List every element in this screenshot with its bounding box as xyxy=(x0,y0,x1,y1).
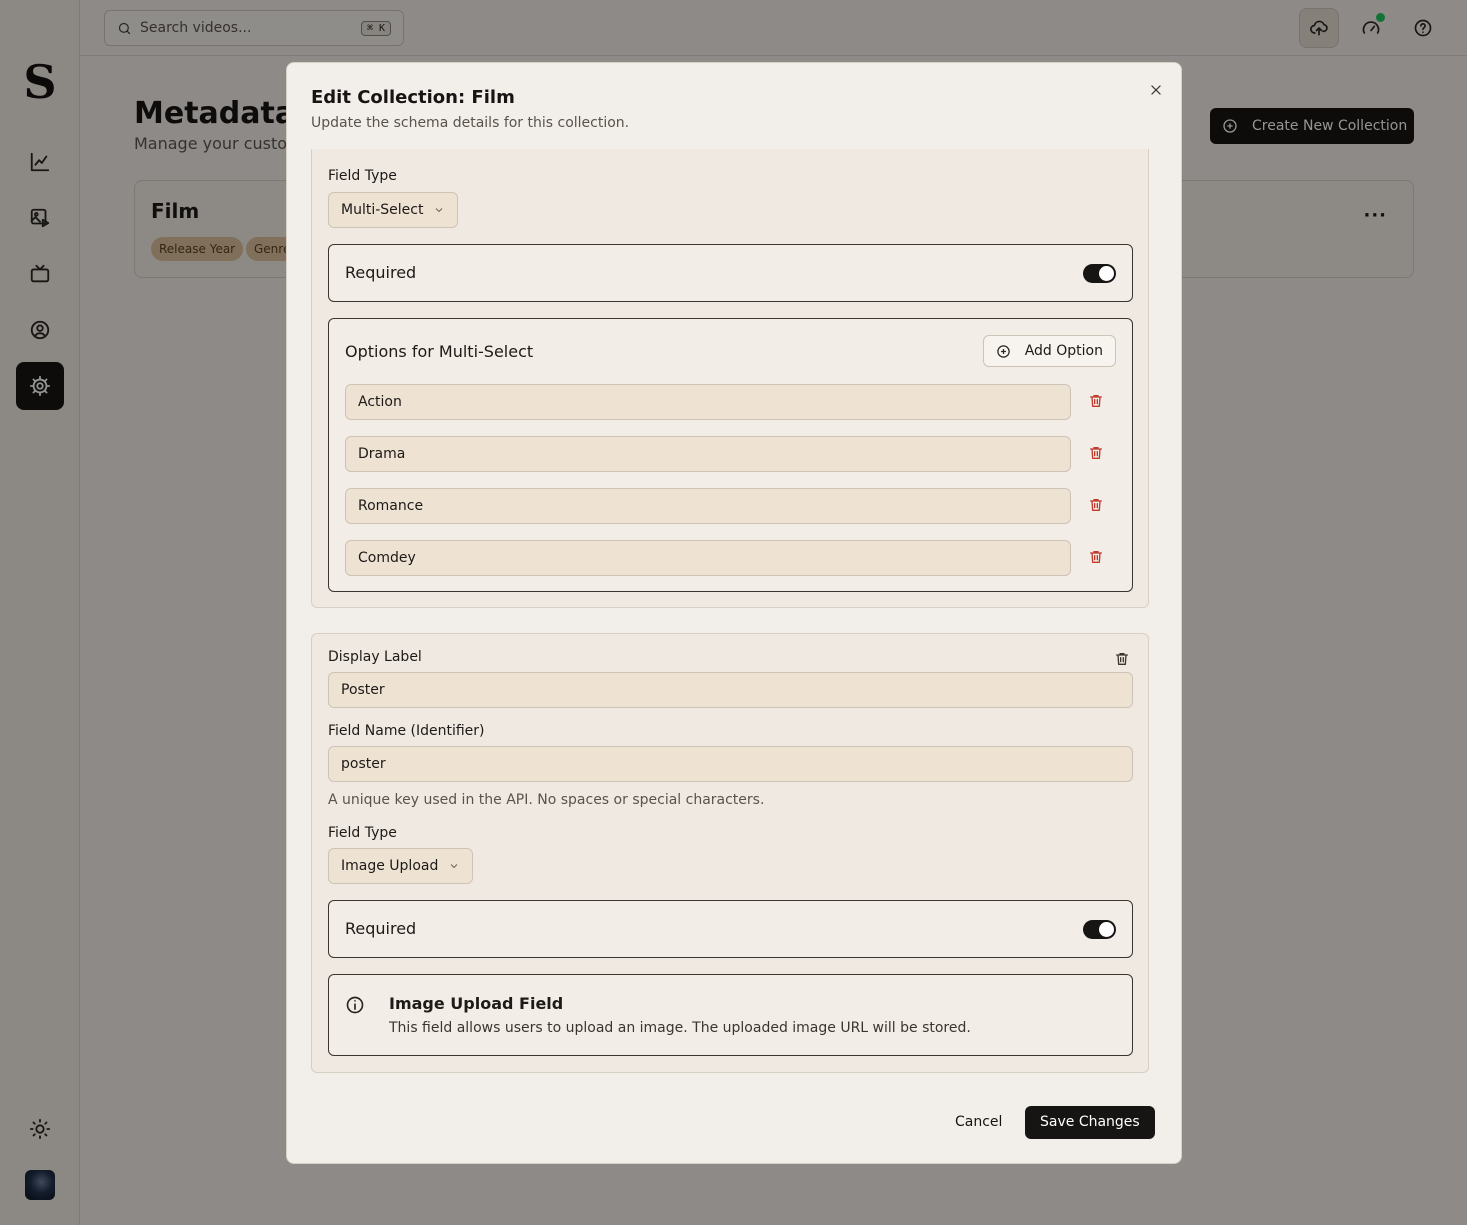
add-option-label: Add Option xyxy=(1024,343,1103,359)
field-type-select[interactable]: Multi-Select xyxy=(328,192,459,228)
field-type-select[interactable]: Image Upload xyxy=(328,848,474,884)
dialog-description: Update the schema details for this colle… xyxy=(311,115,630,131)
close-button[interactable] xyxy=(1145,79,1167,101)
trash-icon xyxy=(1090,499,1102,511)
info-title: Image Upload Field xyxy=(389,994,564,1013)
required-row: Required xyxy=(328,900,1133,958)
display-label-label: Display Label xyxy=(328,649,422,665)
field-type-value: Multi-Select xyxy=(341,202,424,218)
field-block-genre: Field Type Multi-Select Required Options… xyxy=(311,149,1149,608)
delete-option-button[interactable] xyxy=(1088,393,1106,411)
image-upload-info: Image Upload Field This field allows use… xyxy=(328,974,1133,1056)
field-type-label: Field Type xyxy=(328,825,397,841)
field-type-label: Field Type xyxy=(328,168,397,184)
save-changes-button[interactable]: Save Changes xyxy=(1025,1106,1155,1139)
field-type-value: Image Upload xyxy=(341,858,439,874)
delete-option-button[interactable] xyxy=(1088,549,1106,567)
delete-field-button[interactable] xyxy=(1114,651,1132,669)
delete-option-button[interactable] xyxy=(1088,497,1106,515)
add-option-button[interactable]: Add Option xyxy=(982,335,1116,367)
chevron-down-icon xyxy=(451,864,458,869)
trash-icon xyxy=(1090,551,1102,563)
required-row: Required xyxy=(328,244,1133,302)
close-icon xyxy=(1151,85,1161,95)
trash-icon xyxy=(1090,447,1102,459)
info-text: This field allows users to upload an ima… xyxy=(389,1020,971,1036)
required-label: Required xyxy=(345,263,417,282)
chevron-down-icon xyxy=(436,208,443,213)
required-toggle[interactable] xyxy=(1083,264,1116,283)
edit-collection-dialog: Edit Collection: Film Update the schema … xyxy=(286,62,1182,1164)
field-name-help: A unique key used in the API. No spaces … xyxy=(328,792,765,808)
dialog-scroll-area[interactable]: Field Type Multi-Select Required Options… xyxy=(287,149,1181,1074)
required-toggle[interactable] xyxy=(1083,920,1116,939)
option-input[interactable]: Romance xyxy=(345,488,1071,524)
plus-circle-icon xyxy=(996,344,1010,358)
option-input[interactable]: Action xyxy=(345,384,1071,420)
field-name-label: Field Name (Identifier) xyxy=(328,723,485,739)
options-title: Options for Multi-Select xyxy=(345,342,534,361)
option-input[interactable]: Drama xyxy=(345,436,1071,472)
field-block-poster: Display Label Poster Field Name (Identif… xyxy=(311,633,1149,1073)
options-panel: Options for Multi-Select Add Option Acti… xyxy=(328,318,1133,592)
trash-icon xyxy=(1090,395,1102,407)
display-label-input[interactable]: Poster xyxy=(328,672,1133,708)
dialog-title: Edit Collection: Film xyxy=(311,87,515,108)
trash-icon xyxy=(1116,653,1128,665)
cancel-button[interactable]: Cancel xyxy=(943,1106,1014,1138)
info-icon xyxy=(345,995,365,1019)
option-input[interactable]: Comdey xyxy=(345,540,1071,576)
field-name-input[interactable]: poster xyxy=(328,746,1133,782)
delete-option-button[interactable] xyxy=(1088,445,1106,463)
required-label: Required xyxy=(345,919,417,938)
